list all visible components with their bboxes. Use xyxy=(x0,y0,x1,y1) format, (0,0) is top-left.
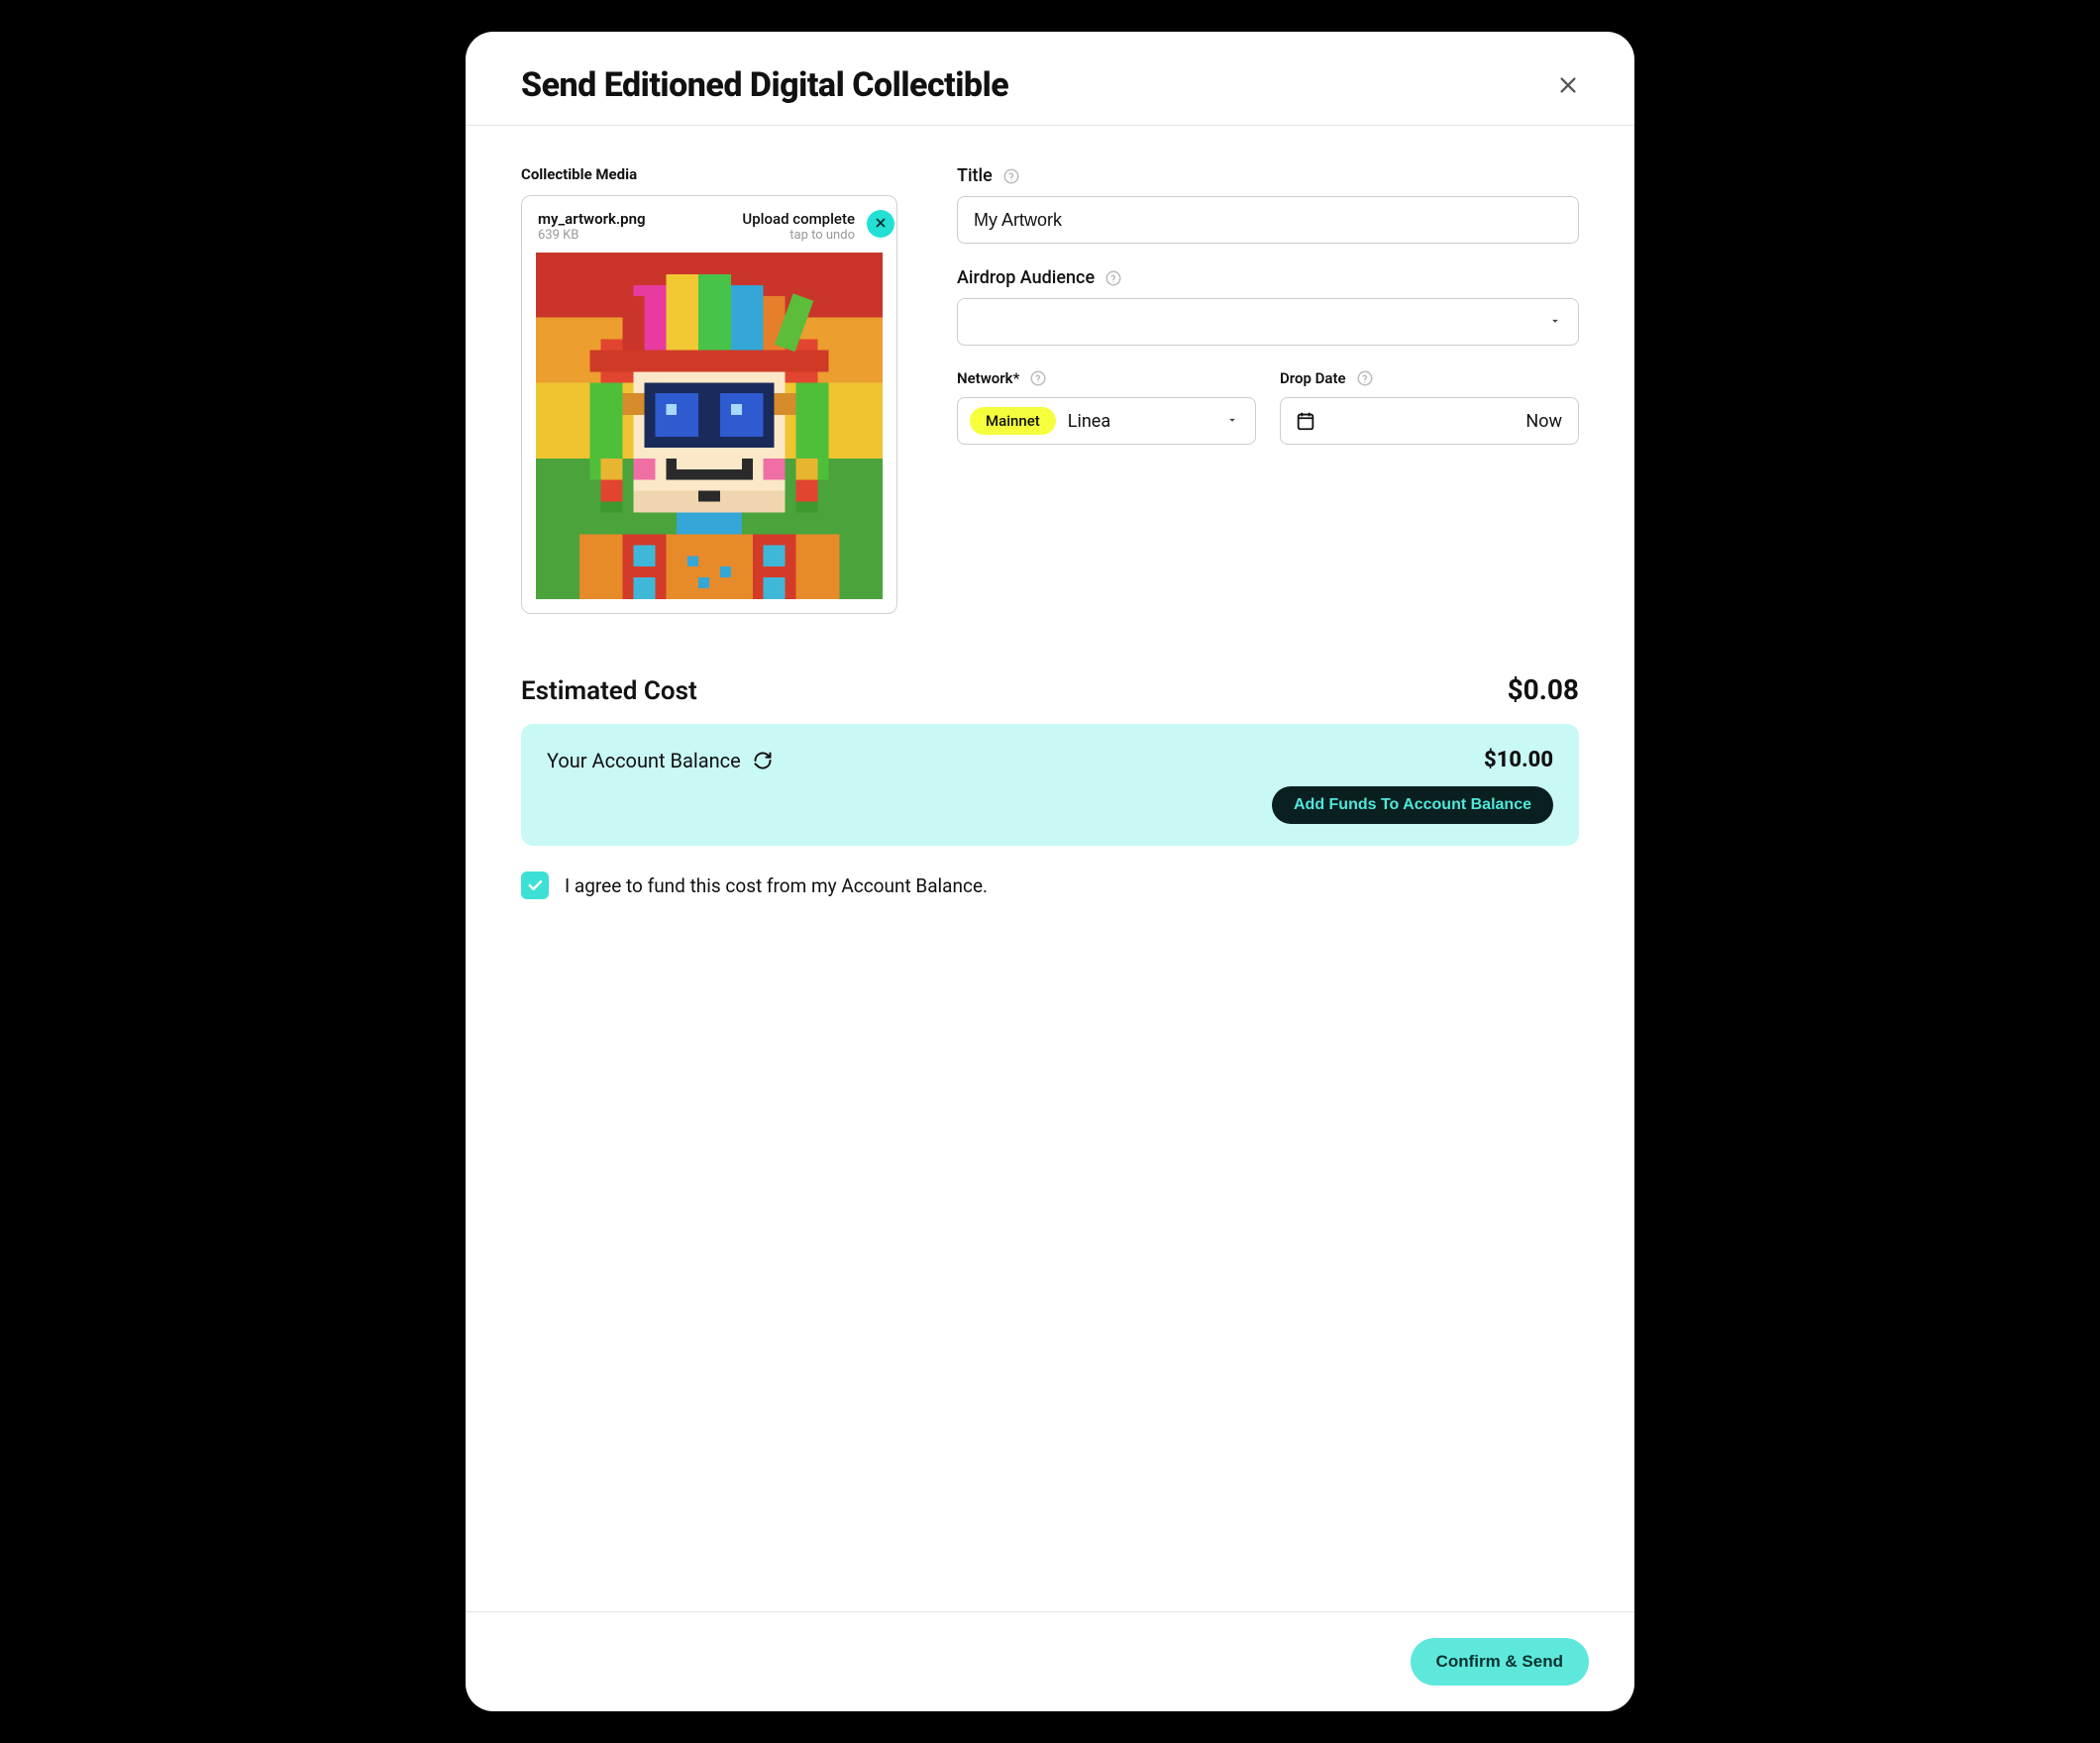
help-icon[interactable] xyxy=(1104,269,1122,287)
cost-title: Estimated Cost xyxy=(521,676,697,706)
send-collectible-modal: Send Editioned Digital Collectible Colle… xyxy=(466,32,1634,1711)
cost-section: Estimated Cost $0.08 Your Account Balanc… xyxy=(521,673,1579,899)
caret-down-icon xyxy=(1225,411,1239,432)
audience-select[interactable] xyxy=(957,298,1579,346)
network-select[interactable]: Mainnet Linea xyxy=(957,397,1256,445)
confirm-send-button[interactable]: Confirm & Send xyxy=(1411,1638,1589,1686)
media-card: my_artwork.png 639 KB Upload complete ta… xyxy=(521,195,897,614)
balance-left: Your Account Balance xyxy=(547,749,773,772)
cost-amount: $0.08 xyxy=(1508,673,1579,706)
network-pill: Mainnet xyxy=(970,407,1056,435)
balance-amount: $10.00 xyxy=(1484,748,1553,772)
add-funds-row: Add Funds To Account Balance xyxy=(547,786,1553,824)
undo-hint: tap to undo xyxy=(742,228,855,243)
audience-label: Airdrop Audience xyxy=(957,267,1095,288)
modal-title: Send Editioned Digital Collectible xyxy=(521,65,1008,105)
agree-checkbox[interactable] xyxy=(521,872,549,899)
drop-date-select[interactable]: Now xyxy=(1280,397,1579,445)
network-date-row: Network* Mainnet Linea xyxy=(957,369,1579,445)
title-input[interactable] xyxy=(957,196,1579,244)
calendar-icon xyxy=(1295,410,1316,432)
refresh-icon[interactable] xyxy=(753,751,773,770)
agree-row: I agree to fund this cost from my Accoun… xyxy=(521,872,1579,899)
balance-card: Your Account Balance $10.00 Add Funds To… xyxy=(521,724,1579,846)
add-funds-button[interactable]: Add Funds To Account Balance xyxy=(1272,786,1553,824)
media-section-label: Collectible Media xyxy=(521,165,897,183)
media-filename: my_artwork.png xyxy=(538,210,646,228)
cost-header: Estimated Cost $0.08 xyxy=(521,673,1579,706)
help-icon[interactable] xyxy=(1029,369,1047,387)
drop-date-field: Drop Date Now xyxy=(1280,369,1579,445)
agree-text: I agree to fund this cost from my Accoun… xyxy=(565,874,988,897)
media-meta: my_artwork.png 639 KB Upload complete ta… xyxy=(536,206,883,247)
modal-header: Send Editioned Digital Collectible xyxy=(466,32,1634,126)
upload-status: Upload complete xyxy=(742,210,855,228)
remove-media-button[interactable] xyxy=(867,210,894,238)
form-grid: Collectible Media my_artwork.png 639 KB … xyxy=(521,165,1579,614)
close-button[interactable] xyxy=(1551,68,1585,102)
title-field: Title xyxy=(957,165,1579,244)
modal-footer: Confirm & Send xyxy=(466,1611,1634,1711)
drop-date-label: Drop Date xyxy=(1280,369,1346,387)
help-icon[interactable] xyxy=(1356,369,1374,387)
balance-label: Your Account Balance xyxy=(547,749,741,772)
artwork-preview xyxy=(536,253,883,599)
media-column: Collectible Media my_artwork.png 639 KB … xyxy=(521,165,897,614)
drop-date-value: Now xyxy=(1525,411,1562,432)
modal-body: Collectible Media my_artwork.png 639 KB … xyxy=(466,126,1634,1611)
media-meta-right: Upload complete tap to undo xyxy=(742,210,855,243)
balance-row: Your Account Balance $10.00 xyxy=(547,748,1553,772)
network-field: Network* Mainnet Linea xyxy=(957,369,1256,445)
caret-down-icon xyxy=(1548,312,1562,333)
media-meta-left: my_artwork.png 639 KB xyxy=(538,210,646,243)
network-label: Network* xyxy=(957,369,1019,387)
form-column: Title Airdrop Audience xyxy=(957,165,1579,445)
network-name: Linea xyxy=(1068,411,1213,432)
title-label: Title xyxy=(957,165,993,186)
close-icon xyxy=(875,217,887,232)
media-filesize: 639 KB xyxy=(538,228,646,243)
close-icon xyxy=(1557,74,1579,96)
audience-field: Airdrop Audience xyxy=(957,267,1579,346)
help-icon[interactable] xyxy=(1002,167,1020,185)
